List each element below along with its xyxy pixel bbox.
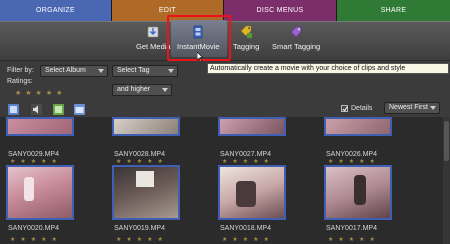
clip-thumbnail[interactable] — [6, 165, 74, 220]
clip-rating-stars[interactable]: ★★★★★ — [328, 158, 380, 165]
tagging-button[interactable]: Tagging — [233, 25, 259, 51]
clip-thumbnail[interactable] — [218, 165, 286, 220]
sort-select[interactable]: Newest First — [384, 102, 440, 114]
sort-select-value: Newest First — [389, 104, 428, 111]
tab-organize[interactable]: ORGANIZE — [0, 0, 112, 21]
clip-rating-stars[interactable]: ★★★★★ — [222, 236, 274, 243]
smart-tagging-label: Smart Tagging — [272, 42, 321, 51]
get-media-label: Get Media — [136, 42, 171, 51]
clip-filename: SANY0017.MP4 — [326, 225, 377, 232]
clip-thumbnail[interactable] — [6, 117, 74, 136]
clip-rating-stars[interactable]: ★★★★★ — [222, 158, 274, 165]
clip-thumbnail[interactable] — [324, 165, 392, 220]
filmstrip-icon[interactable] — [8, 104, 19, 115]
rating-stars-filter[interactable]: ★★★★★ — [15, 89, 66, 97]
chevron-down-icon — [98, 69, 104, 73]
tag-select[interactable]: Select Tag — [112, 65, 178, 77]
details-checkbox[interactable] — [341, 105, 348, 112]
clip-filename: SANY0020.MP4 — [8, 225, 59, 232]
tab-disc-menus[interactable]: DISC MENUS — [224, 0, 337, 21]
clip-thumbnail[interactable] — [324, 117, 392, 136]
clip-filename: SANY0026.MP4 — [326, 151, 377, 158]
chevron-down-icon — [430, 106, 436, 110]
photo-icon[interactable] — [53, 104, 64, 115]
filter-by-label: Filter by: — [7, 67, 34, 74]
album-select[interactable]: Select Album — [40, 65, 108, 77]
clip-rating-stars[interactable]: ★★★★★ — [10, 158, 62, 165]
tag-icon — [240, 25, 253, 38]
rating-condition-select[interactable]: and higher — [112, 84, 172, 96]
clip-rating-stars[interactable]: ★★★★★ — [328, 236, 380, 243]
smart-tag-icon — [290, 26, 302, 38]
rating-condition-value: and higher — [117, 86, 151, 93]
clip-thumbnail[interactable] — [112, 117, 180, 136]
tag-select-value: Select Tag — [117, 67, 150, 74]
get-media-icon — [147, 26, 159, 38]
chevron-down-icon — [168, 69, 174, 73]
clip-filename: SANY0019.MP4 — [114, 225, 165, 232]
tab-share[interactable]: SHARE — [337, 0, 450, 21]
grid-scrollbar-thumb[interactable] — [444, 121, 449, 161]
smart-tagging-button[interactable]: Smart Tagging — [272, 25, 320, 51]
clip-rating-stars[interactable]: ★★★★★ — [10, 236, 62, 243]
get-media-button[interactable]: Get Media — [136, 25, 171, 51]
chevron-down-icon — [162, 88, 168, 92]
clip-thumbnail[interactable] — [112, 165, 180, 220]
clip-rating-stars[interactable]: ★★★★★ — [116, 236, 168, 243]
details-label: Details — [351, 105, 373, 112]
clip-filename: SANY0028.MP4 — [114, 151, 165, 158]
clip-thumbnail[interactable] — [218, 117, 286, 136]
project-icon[interactable] — [74, 104, 85, 115]
tagging-label: Tagging — [233, 42, 260, 51]
instant-movie-tooltip: Automatically create a movie with your c… — [207, 63, 449, 74]
clip-filename: SANY0029.MP4 — [8, 151, 59, 158]
ratings-label: Ratings: — [7, 78, 33, 85]
checkmark-icon — [342, 106, 348, 112]
clip-filename: SANY0018.MP4 — [220, 225, 271, 232]
clip-rating-stars[interactable]: ★★★★★ — [116, 158, 168, 165]
clip-filename: SANY0027.MP4 — [220, 151, 271, 158]
audio-icon[interactable] — [31, 104, 42, 115]
album-select-value: Select Album — [45, 67, 86, 74]
